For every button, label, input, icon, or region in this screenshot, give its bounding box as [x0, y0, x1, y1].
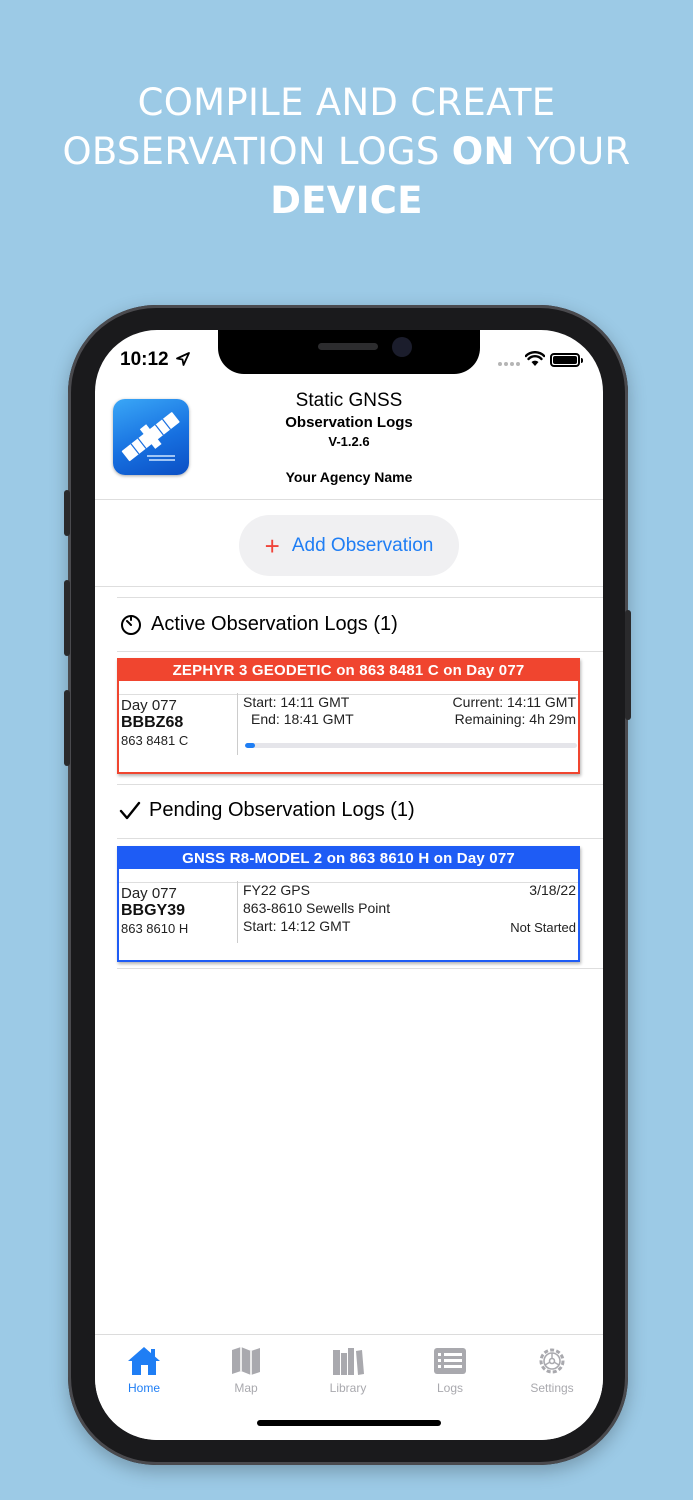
active-card-banner: ZEPHYR 3 GEODETIC on 863 8481 C on Day 0… — [119, 660, 578, 681]
tab-home-label: Home — [127, 1381, 160, 1395]
card-day: Day 077 — [121, 697, 177, 714]
headline-line-2-pre: OBSERVATION LOGS — [62, 130, 452, 173]
card-pid: BBBZ68 — [121, 714, 184, 731]
card-project: FY22 GPS — [243, 882, 310, 898]
active-logs-header: Active Observation Logs (1) — [119, 612, 398, 636]
progress-fill — [245, 743, 255, 748]
location-arrow-icon — [176, 352, 190, 366]
tab-library[interactable]: Library — [308, 1345, 388, 1395]
volume-up-button — [64, 580, 70, 656]
phone-screen: 10:12 Static GNSS Observation Logs V-1.2… — [95, 330, 603, 1440]
marketing-headline: COMPILE AND CREATE OBSERVATION LOGS ON Y… — [0, 78, 693, 225]
card-date: 3/18/22 — [529, 882, 576, 898]
tab-logs[interactable]: Logs — [410, 1345, 490, 1395]
cellular-signal-icon — [498, 362, 520, 366]
battery-icon — [550, 353, 583, 367]
active-observation-card[interactable]: ZEPHYR 3 GEODETIC on 863 8481 C on Day 0… — [117, 658, 580, 774]
headline-line-3-bold: DEVICE — [270, 179, 423, 222]
divider — [117, 784, 603, 785]
observation-progress-bar — [245, 743, 577, 748]
card-divider — [237, 693, 238, 755]
library-icon — [333, 1348, 364, 1375]
divider — [95, 499, 603, 500]
tab-settings[interactable]: Settings — [512, 1345, 592, 1395]
volume-down-button — [64, 690, 70, 766]
card-start: Start: 14:12 GMT — [243, 918, 351, 934]
card-status: Not Started — [510, 920, 576, 935]
home-indicator[interactable] — [257, 1420, 441, 1426]
tab-logs-label: Logs — [436, 1381, 464, 1395]
pending-logs-header: Pending Observation Logs (1) — [119, 799, 415, 822]
card-pid: BBGY39 — [121, 902, 186, 919]
card-day: Day 077 — [121, 885, 177, 902]
card-start: Start: 14:11 GMT — [243, 694, 350, 710]
headline-line-3: DEVICE — [0, 176, 693, 225]
card-divider — [237, 881, 238, 943]
app-name: Static GNSS — [295, 390, 403, 411]
headline-line-1: COMPILE AND CREATE — [137, 81, 556, 124]
divider — [117, 597, 603, 598]
tab-map-label: Map — [234, 1381, 258, 1395]
divider — [119, 882, 578, 883]
wifi-icon — [525, 351, 545, 366]
plus-icon: + — [264, 530, 280, 561]
status-time: 10:12 — [120, 349, 169, 370]
divider — [117, 968, 603, 969]
home-icon — [128, 1347, 160, 1375]
gear-icon — [539, 1348, 565, 1374]
power-button — [625, 610, 631, 720]
satellite-icon — [121, 412, 180, 462]
pending-card-banner: GNSS R8-MODEL 2 on 863 8610 H on Day 077 — [119, 848, 578, 869]
pending-logs-title: Pending Observation Logs (1) — [149, 799, 415, 821]
front-camera — [392, 337, 412, 357]
tab-settings-label: Settings — [530, 1381, 574, 1395]
checkmark-icon — [119, 801, 141, 819]
app-logo-icon — [113, 399, 189, 475]
headline-line-2-bold: ON — [451, 130, 515, 173]
headline-line-2-post: YOUR — [514, 130, 631, 173]
speaker — [318, 343, 378, 350]
active-logs-title: Active Observation Logs (1) — [151, 612, 398, 635]
card-mark: 863 8610 H — [121, 921, 189, 936]
divider — [117, 651, 603, 652]
headline-line-2: OBSERVATION LOGS ON YOUR — [0, 127, 693, 176]
app-subtitle: Observation Logs — [285, 414, 413, 431]
notch — [218, 330, 480, 374]
card-remaining: Remaining: 4h 29m — [454, 711, 576, 727]
agency-name: Your Agency Name — [285, 469, 413, 485]
app-version: V-1.2.6 — [328, 434, 370, 449]
pending-observation-card[interactable]: GNSS R8-MODEL 2 on 863 8610 H on Day 077… — [117, 846, 580, 962]
timer-icon — [121, 615, 141, 635]
add-observation-label: Add Observation — [291, 534, 434, 556]
tab-library-label: Library — [329, 1381, 367, 1395]
tab-map[interactable]: Map — [206, 1345, 286, 1395]
tab-home[interactable]: Home — [104, 1345, 184, 1395]
card-mark: 863 8481 C — [121, 733, 189, 748]
divider — [95, 586, 603, 587]
side-button — [64, 490, 70, 536]
card-current: Current: 14:11 GMT — [452, 694, 576, 710]
card-station: 863-8610 Sewells Point — [243, 900, 391, 916]
card-end: End: 18:41 GMT — [251, 711, 354, 727]
map-icon — [232, 1347, 260, 1375]
logs-icon — [434, 1348, 466, 1374]
divider — [117, 838, 603, 839]
add-observation-button[interactable]: + Add Observation — [239, 515, 459, 576]
